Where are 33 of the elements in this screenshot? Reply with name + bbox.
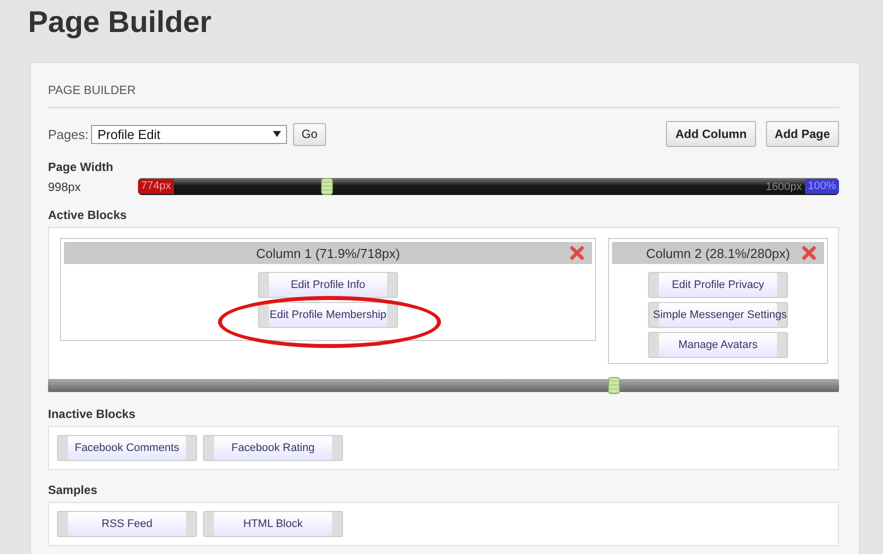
block-item[interactable]: Facebook Rating (203, 435, 343, 461)
go-button[interactable]: Go (293, 122, 326, 146)
block-item[interactable]: Simple Messenger Settings (648, 302, 788, 328)
action-button[interactable]: Add Page (766, 121, 839, 147)
page-title: Page Builder (27, 5, 212, 41)
pages-dropdown[interactable]: Profile Edit (91, 124, 288, 144)
caret-icon (273, 131, 282, 137)
pages-label: Pages: (48, 126, 88, 142)
column-split-slider[interactable] (48, 377, 839, 394)
block-item[interactable]: Manage Avatars (648, 332, 788, 358)
remove-column-icon[interactable] (570, 246, 584, 260)
block-item[interactable]: Edit Profile Privacy (648, 272, 788, 298)
column-title: Column 2 (28.1%/280px) (646, 246, 790, 260)
page-width-label: Page Width (48, 160, 114, 174)
action-button[interactable]: Add Column (666, 121, 756, 147)
inactive-blocks-label: Inactive Blocks (48, 407, 136, 421)
block-item[interactable]: HTML Block (203, 511, 343, 537)
max-width-label: 1600px (766, 180, 803, 192)
page-width-value: 998px (48, 180, 82, 194)
block-item[interactable]: Edit Profile Membership (258, 302, 398, 328)
samples-label: Samples (48, 483, 98, 497)
slider-thumb[interactable] (608, 377, 620, 394)
panel-heading: PAGE BUILDER (48, 83, 839, 108)
min-width-label: 774px (138, 179, 174, 194)
column-title: Column 1 (71.9%/718px) (256, 246, 400, 260)
max-percent-label: 100% (804, 179, 839, 194)
slider-thumb[interactable] (321, 178, 334, 195)
block-item[interactable]: Edit Profile Info (258, 272, 398, 298)
remove-column-icon[interactable] (802, 246, 816, 260)
active-blocks-label: Active Blocks (48, 208, 128, 222)
page-width-slider[interactable]: 774px 1600px 100% (138, 178, 839, 195)
block-item[interactable]: Facebook Comments (57, 435, 197, 461)
block-item[interactable]: RSS Feed (57, 511, 197, 537)
